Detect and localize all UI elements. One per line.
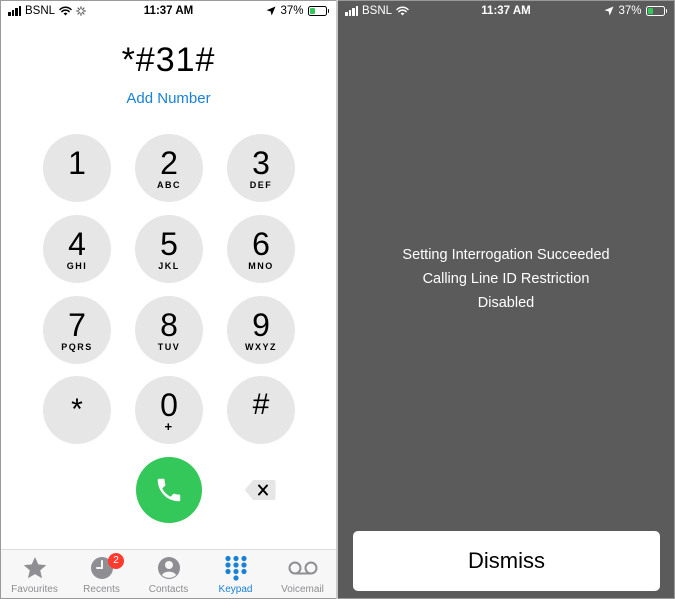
key-2[interactable]: 2 ABC [135, 134, 203, 202]
status-bar: BSNL 11:37 AM 37% [338, 1, 674, 21]
keypad-icon [224, 555, 247, 581]
tab-keypad[interactable]: Keypad [202, 554, 269, 595]
dismiss-button[interactable]: Dismiss [353, 531, 660, 591]
tab-label: Keypad [218, 584, 253, 595]
key-digit: 5 [160, 225, 178, 262]
key-digit: * [71, 392, 83, 426]
ussd-message: Setting Interrogation Succeeded Calling … [338, 243, 674, 315]
location-arrow-icon [266, 6, 276, 16]
key-8[interactable]: 8 TUV [135, 296, 203, 364]
key-letters: PQRS [61, 341, 93, 352]
key-6[interactable]: 6 MNO [227, 215, 295, 283]
tab-label: Favourites [11, 584, 58, 595]
key-digit: 2 [160, 144, 178, 181]
phone-icon [157, 478, 181, 502]
tab-label: Contacts [148, 584, 189, 595]
tab-contacts[interactable]: Contacts [135, 554, 202, 595]
battery-percent: 37% [280, 5, 304, 17]
key-1[interactable]: 1 [43, 134, 111, 202]
key-letters: TUV [157, 341, 181, 352]
key-digit: 1 [68, 144, 86, 181]
dialer-screen: BSNL 11:37 AM 37% *#31# Add Number 1 2 A… [1, 1, 336, 598]
message-line: Setting Interrogation Succeeded [402, 247, 610, 263]
key-letters: MNO [248, 260, 274, 271]
key-digit: 0 [160, 386, 178, 423]
voicemail-icon [288, 561, 317, 575]
key-letters: GHI [66, 260, 88, 271]
key-digit: 6 [252, 225, 270, 262]
tab-recents[interactable]: 2 Recents [68, 553, 135, 595]
key-letters: WXYZ [245, 341, 277, 352]
backspace-icon[interactable] [244, 479, 276, 501]
key-letters: + [164, 418, 174, 434]
key-star[interactable]: * [43, 376, 111, 444]
key-hash[interactable]: # [227, 376, 295, 444]
location-arrow-icon [604, 6, 614, 16]
key-4[interactable]: 4 GHI [43, 215, 111, 283]
tab-label: Voicemail [281, 584, 324, 595]
key-letters: ABC [157, 179, 181, 190]
key-digit: # [252, 387, 270, 421]
add-number-link[interactable]: Add Number [1, 90, 336, 107]
key-7[interactable]: 7 PQRS [43, 296, 111, 364]
key-letters: DEF [249, 179, 273, 190]
tab-voicemail[interactable]: Voicemail [269, 554, 336, 595]
status-bar: BSNL 11:37 AM 37% [1, 1, 336, 21]
key-digit: 9 [252, 306, 270, 343]
tab-label: Recents [83, 584, 120, 595]
contact-icon [157, 557, 180, 579]
battery-percent: 37% [618, 5, 642, 17]
key-letters: JKL [158, 260, 180, 271]
battery-charging-icon [307, 6, 329, 16]
key-digit: 7 [68, 306, 86, 343]
tab-bar: Favourites 2 Recents Contacts Keypad Voi… [1, 549, 336, 598]
dialed-number: *#31# [121, 41, 216, 79]
tab-favourites[interactable]: Favourites [1, 554, 68, 595]
message-line: Disabled [477, 295, 535, 311]
key-9[interactable]: 9 WXYZ [227, 296, 295, 364]
message-line: Calling Line ID Restriction [422, 271, 590, 287]
ussd-result-screen: BSNL 11:37 AM 37% Setting Interrogation … [338, 1, 674, 598]
star-icon [23, 556, 46, 579]
key-3[interactable]: 3 DEF [227, 134, 295, 202]
battery-charging-icon [645, 6, 667, 16]
key-digit: 8 [160, 306, 178, 343]
key-digit: 4 [68, 225, 86, 262]
key-0[interactable]: 0 + [135, 376, 203, 444]
key-5[interactable]: 5 JKL [135, 215, 203, 283]
recents-badge: 2 [108, 553, 124, 569]
key-digit: 3 [252, 144, 270, 181]
call-button[interactable] [136, 457, 202, 523]
